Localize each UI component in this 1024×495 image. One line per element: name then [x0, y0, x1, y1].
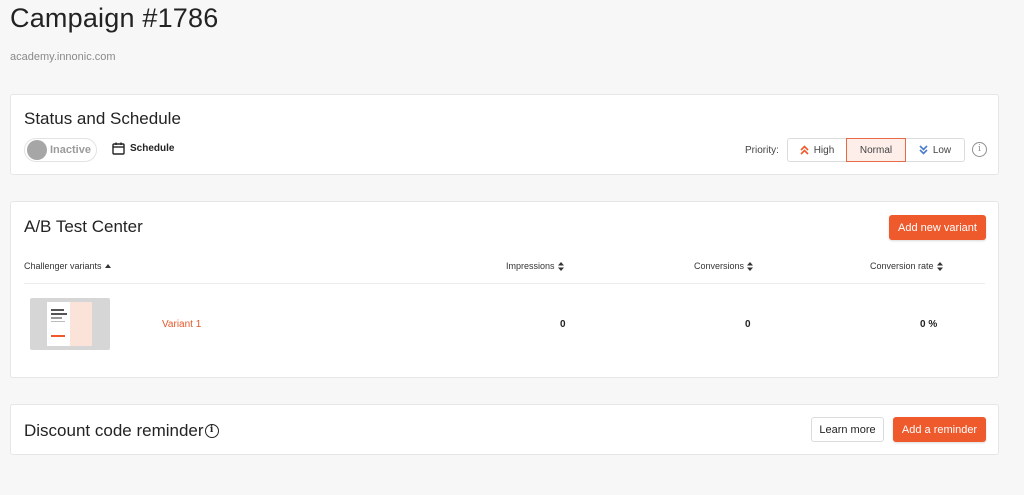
campaign-domain: academy.innonic.com [10, 51, 116, 63]
info-icon[interactable]: i [972, 142, 987, 157]
column-header-label: Challenger variants [24, 261, 102, 271]
conversion-rate-value: 0 % [920, 319, 938, 330]
sort-icon [936, 261, 943, 271]
priority-low-button[interactable]: Low [905, 138, 965, 162]
toggle-knob [27, 140, 47, 160]
variant-name-link[interactable]: Variant 1 [162, 319, 201, 330]
impressions-value: 0 [560, 319, 566, 330]
ab-test-title: A/B Test Center [24, 217, 143, 236]
schedule-label: Schedule [130, 143, 175, 154]
info-icon[interactable]: i [204, 424, 219, 438]
priority-high-button[interactable]: High [787, 138, 847, 162]
page-title: Campaign #1786 [10, 3, 219, 33]
column-header-conversions[interactable]: Conversions [694, 261, 754, 271]
column-header-impressions[interactable]: Impressions [506, 261, 564, 271]
column-header-challenger[interactable]: Challenger variants [24, 261, 111, 271]
discount-reminder-card: Discount code reminder i Learn more Add … [10, 404, 999, 455]
variant-thumbnail[interactable] [30, 298, 110, 350]
learn-more-button[interactable]: Learn more [811, 417, 884, 442]
column-header-label: Conversions [694, 261, 745, 271]
priority-selector: High Normal Low [787, 138, 965, 162]
discount-reminder-label: Discount code reminder [24, 421, 204, 440]
sort-icon [557, 261, 564, 271]
chevrons-up-icon [800, 145, 809, 155]
sort-asc-icon [104, 264, 111, 268]
priority-normal-button[interactable]: Normal [846, 138, 906, 162]
column-header-label: Conversion rate [870, 261, 934, 271]
calendar-icon [112, 142, 125, 155]
status-schedule-card: Status and Schedule Inactive Schedule Pr… [10, 94, 999, 175]
ab-test-card: A/B Test Center Add new variant Challeng… [10, 201, 999, 378]
priority-label: Priority: [745, 145, 779, 156]
status-schedule-title: Status and Schedule [24, 109, 181, 128]
toggle-label: Inactive [50, 144, 91, 156]
add-reminder-button[interactable]: Add a reminder [893, 417, 986, 442]
priority-high-label: High [813, 144, 835, 156]
schedule-button[interactable]: Schedule [112, 142, 174, 155]
sort-icon [747, 261, 754, 271]
discount-reminder-title: Discount code reminder i [24, 421, 219, 441]
conversions-value: 0 [745, 319, 751, 330]
priority-low-label: Low [932, 144, 952, 156]
column-header-conversion-rate[interactable]: Conversion rate [870, 261, 943, 271]
table-divider [24, 283, 985, 284]
chevrons-down-icon [919, 145, 928, 155]
status-toggle[interactable]: Inactive [24, 138, 97, 162]
add-new-variant-button[interactable]: Add new variant [889, 215, 986, 240]
priority-normal-label: Normal [859, 144, 893, 156]
thumbnail-preview [47, 302, 92, 346]
column-header-label: Impressions [506, 261, 555, 271]
